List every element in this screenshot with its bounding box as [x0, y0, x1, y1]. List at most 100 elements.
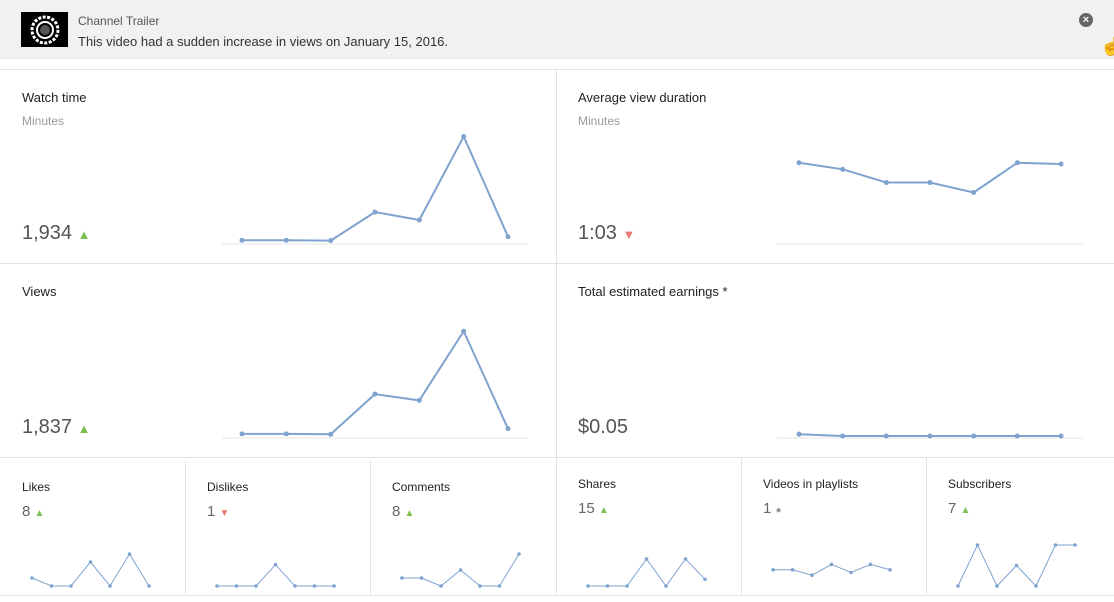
card-value: 1 ▼	[207, 503, 229, 520]
earnings-value: $0.05	[578, 416, 629, 438]
card-title: Comments	[392, 480, 451, 494]
data-point	[328, 431, 334, 437]
series-line	[798, 161, 1062, 194]
trend-up-icon: ▲	[34, 508, 45, 519]
data-point	[283, 431, 289, 437]
data-point	[849, 570, 853, 575]
data-point	[461, 328, 467, 334]
data-point	[840, 166, 846, 172]
hand-cursor-icon: ☝	[1100, 36, 1114, 56]
logo-icon	[30, 15, 59, 44]
data-point	[332, 584, 336, 588]
playlists-card[interactable]: Videos in playlists 1 ●	[741, 458, 926, 594]
data-point	[1073, 543, 1077, 547]
comments-card[interactable]: Comments 8 ▲	[370, 458, 556, 594]
trend-up-icon: ▲	[77, 227, 91, 242]
card-title: Views	[22, 284, 57, 299]
shares-chart	[586, 557, 707, 588]
data-point	[888, 568, 892, 572]
playlists-value: 1	[763, 500, 772, 517]
views-card[interactable]: Views 1,837 ▲	[0, 264, 556, 457]
data-point	[840, 433, 846, 439]
series-line	[217, 563, 334, 587]
data-point	[312, 584, 317, 588]
data-point	[69, 584, 73, 588]
data-point	[771, 568, 775, 572]
data-point	[328, 238, 334, 244]
data-point	[868, 562, 873, 567]
banner-video-title[interactable]: Channel Trailer	[78, 14, 159, 28]
data-point	[644, 557, 649, 561]
data-point	[419, 576, 424, 580]
data-point	[703, 577, 707, 582]
avg-view-duration-chart	[777, 160, 1083, 245]
data-point	[293, 584, 297, 588]
data-point	[1058, 433, 1064, 439]
series-line	[588, 558, 706, 587]
dislikes-chart	[215, 562, 336, 588]
data-point	[971, 189, 977, 195]
data-point	[458, 568, 463, 572]
data-point	[400, 576, 404, 580]
card-value: 15 ▲	[578, 500, 609, 517]
data-point	[254, 584, 258, 588]
data-point	[971, 433, 977, 439]
card-value: 1,934 ▲	[22, 222, 91, 245]
card-value: 1:03 ▼	[578, 222, 635, 245]
likes-value: 8	[22, 503, 31, 520]
trend-up-icon: ▲	[598, 505, 609, 516]
subscribers-value: 7	[948, 500, 957, 517]
video-thumbnail[interactable]	[21, 12, 68, 47]
watch-time-chart	[222, 134, 528, 245]
data-point	[927, 433, 933, 439]
data-point	[586, 584, 590, 588]
data-point	[995, 584, 999, 588]
trend-up-icon: ▲	[404, 508, 415, 519]
data-point	[1014, 433, 1020, 439]
playlists-chart	[771, 562, 892, 577]
likes-card[interactable]: Likes 8 ▲	[0, 458, 185, 594]
watch-time-card[interactable]: Watch time Minutes 1,934 ▲	[0, 70, 556, 263]
shares-value: 15	[578, 500, 595, 517]
data-point	[239, 431, 245, 437]
shares-card[interactable]: Shares 15 ▲	[556, 458, 741, 594]
card-title: Subscribers	[948, 477, 1012, 491]
data-point	[49, 584, 54, 588]
data-point	[372, 391, 378, 397]
avg-view-duration-card[interactable]: Average view duration Minutes 1:03 ▼	[556, 70, 1114, 263]
card-title: Dislikes	[207, 480, 249, 494]
series-line	[242, 329, 509, 436]
trend-up-icon: ▲	[960, 505, 971, 516]
card-title: Average view duration	[578, 90, 707, 105]
data-point	[517, 552, 521, 556]
earnings-card[interactable]: Total estimated earnings * $0.05	[556, 264, 1114, 457]
data-point	[372, 209, 378, 215]
data-point	[625, 584, 629, 588]
data-point	[1014, 563, 1019, 568]
card-value: 1 ●	[763, 500, 782, 517]
data-point	[127, 552, 132, 556]
card-title: Videos in playlists	[763, 477, 859, 491]
data-point	[147, 584, 151, 588]
close-icon[interactable]: ×	[1079, 13, 1093, 27]
data-point	[108, 584, 112, 588]
data-point	[683, 557, 688, 561]
data-point	[416, 217, 422, 223]
series-line	[31, 553, 150, 587]
card-value: 8 ▲	[392, 503, 414, 520]
data-point	[883, 433, 889, 439]
card-value: 1,837 ▲	[22, 416, 91, 439]
data-point	[497, 584, 502, 588]
card-title: Likes	[22, 480, 51, 494]
dislikes-card[interactable]: Dislikes 1 ▼	[185, 458, 370, 594]
card-title: Watch time	[22, 90, 87, 105]
data-point	[975, 543, 980, 547]
data-point	[1014, 160, 1020, 166]
data-point	[505, 234, 511, 240]
data-point	[439, 584, 443, 588]
card-value: 8 ▲	[22, 503, 44, 520]
subscribers-card[interactable]: Subscribers 7 ▲	[926, 458, 1114, 594]
trend-down-icon: ▼	[622, 227, 636, 242]
data-point	[215, 584, 219, 588]
data-point	[790, 568, 795, 572]
